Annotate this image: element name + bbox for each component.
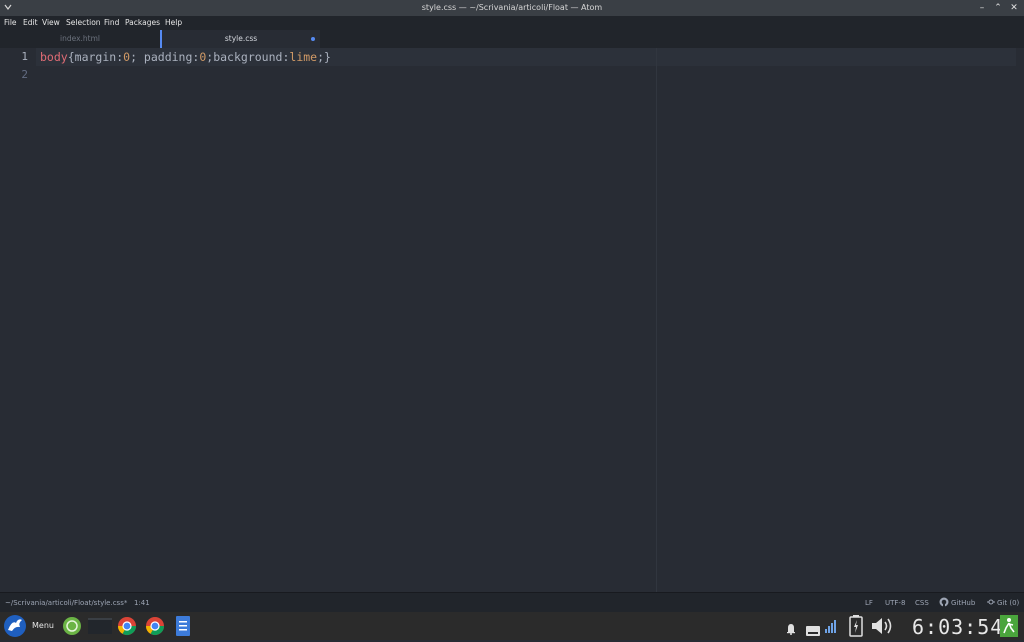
battery-icon[interactable] xyxy=(849,615,863,637)
chrome-icon[interactable] xyxy=(145,616,165,636)
git-branch-icon[interactable] xyxy=(987,598,995,608)
tab-bar: index.html style.css xyxy=(0,30,1024,48)
encoding[interactable]: UTF-8 xyxy=(885,599,905,607)
css-property: margin xyxy=(74,50,117,64)
github-icon[interactable] xyxy=(939,597,949,609)
css-property: padding xyxy=(143,50,193,64)
keyboard-icon[interactable] xyxy=(806,621,820,641)
tab-label: style.css xyxy=(224,34,258,43)
window-title: style.css — ~/Scrivania/articoli/Float —… xyxy=(421,3,603,12)
bell-icon[interactable] xyxy=(786,620,796,640)
css-selector: body xyxy=(40,50,68,64)
minimize-icon[interactable]: – xyxy=(976,2,988,14)
status-bar: ~/Scrivania/articoli/Float/style.css* 1:… xyxy=(0,592,1024,612)
wrap-guide xyxy=(656,48,657,592)
css-value: lime xyxy=(289,50,318,64)
clock[interactable]: 6:03:54 xyxy=(912,615,1003,639)
taskbar: Menu 6:03:54 xyxy=(0,612,1024,640)
start-menu-label[interactable]: Menu xyxy=(32,621,54,630)
brace: } xyxy=(324,50,331,64)
volume-icon[interactable] xyxy=(870,614,896,634)
exit-icon[interactable] xyxy=(1000,615,1018,637)
menu-file[interactable]: File xyxy=(4,18,17,27)
window-titlebar: style.css — ~/Scrivania/articoli/Float —… xyxy=(0,0,1024,16)
editor-pane[interactable]: 1 2 body{margin:0; padding:0;background:… xyxy=(0,48,1024,592)
tab-style-css[interactable]: style.css xyxy=(160,30,320,48)
git-label[interactable]: Git (0) xyxy=(997,599,1019,607)
brace: { xyxy=(67,50,75,64)
github-label[interactable]: GitHub xyxy=(951,599,975,607)
menu-help[interactable]: Help xyxy=(165,18,182,27)
menu-find[interactable]: Find xyxy=(104,18,119,27)
css-property: background xyxy=(213,50,283,64)
document-icon[interactable] xyxy=(174,616,192,636)
maximize-icon[interactable]: ⌃ xyxy=(992,2,1004,14)
grammar[interactable]: CSS xyxy=(915,599,929,607)
tab-label: index.html xyxy=(60,34,100,43)
modified-dot-icon[interactable] xyxy=(311,37,315,41)
code-content[interactable]: body{margin:0; padding:0;background:lime… xyxy=(40,48,331,66)
semicolon: ; xyxy=(317,50,325,64)
window-thumbnail[interactable] xyxy=(88,618,112,638)
tab-index-html[interactable]: index.html xyxy=(0,30,160,48)
cursor-position[interactable]: 1:41 xyxy=(134,599,150,607)
menu-view[interactable]: View xyxy=(42,18,60,27)
signal-icon[interactable] xyxy=(825,618,839,638)
menu-packages[interactable]: Packages xyxy=(125,18,160,27)
file-path[interactable]: ~/Scrivania/articoli/Float/style.css* xyxy=(5,599,127,607)
menu-edit[interactable]: Edit xyxy=(23,18,38,27)
menu-selection[interactable]: Selection xyxy=(66,18,101,27)
chrome-icon[interactable] xyxy=(117,616,137,636)
menubar: File Edit View Selection Find Packages H… xyxy=(0,16,1024,30)
line-number: 1 xyxy=(21,50,28,63)
start-menu-icon[interactable] xyxy=(3,614,29,637)
close-icon[interactable]: ✕ xyxy=(1008,2,1020,14)
line-ending[interactable]: LF xyxy=(865,599,873,607)
semicolon: ; xyxy=(130,50,144,64)
mint-icon[interactable] xyxy=(62,616,82,636)
line-number-gutter[interactable]: 1 2 xyxy=(0,48,28,84)
line-number: 2 xyxy=(21,68,28,81)
